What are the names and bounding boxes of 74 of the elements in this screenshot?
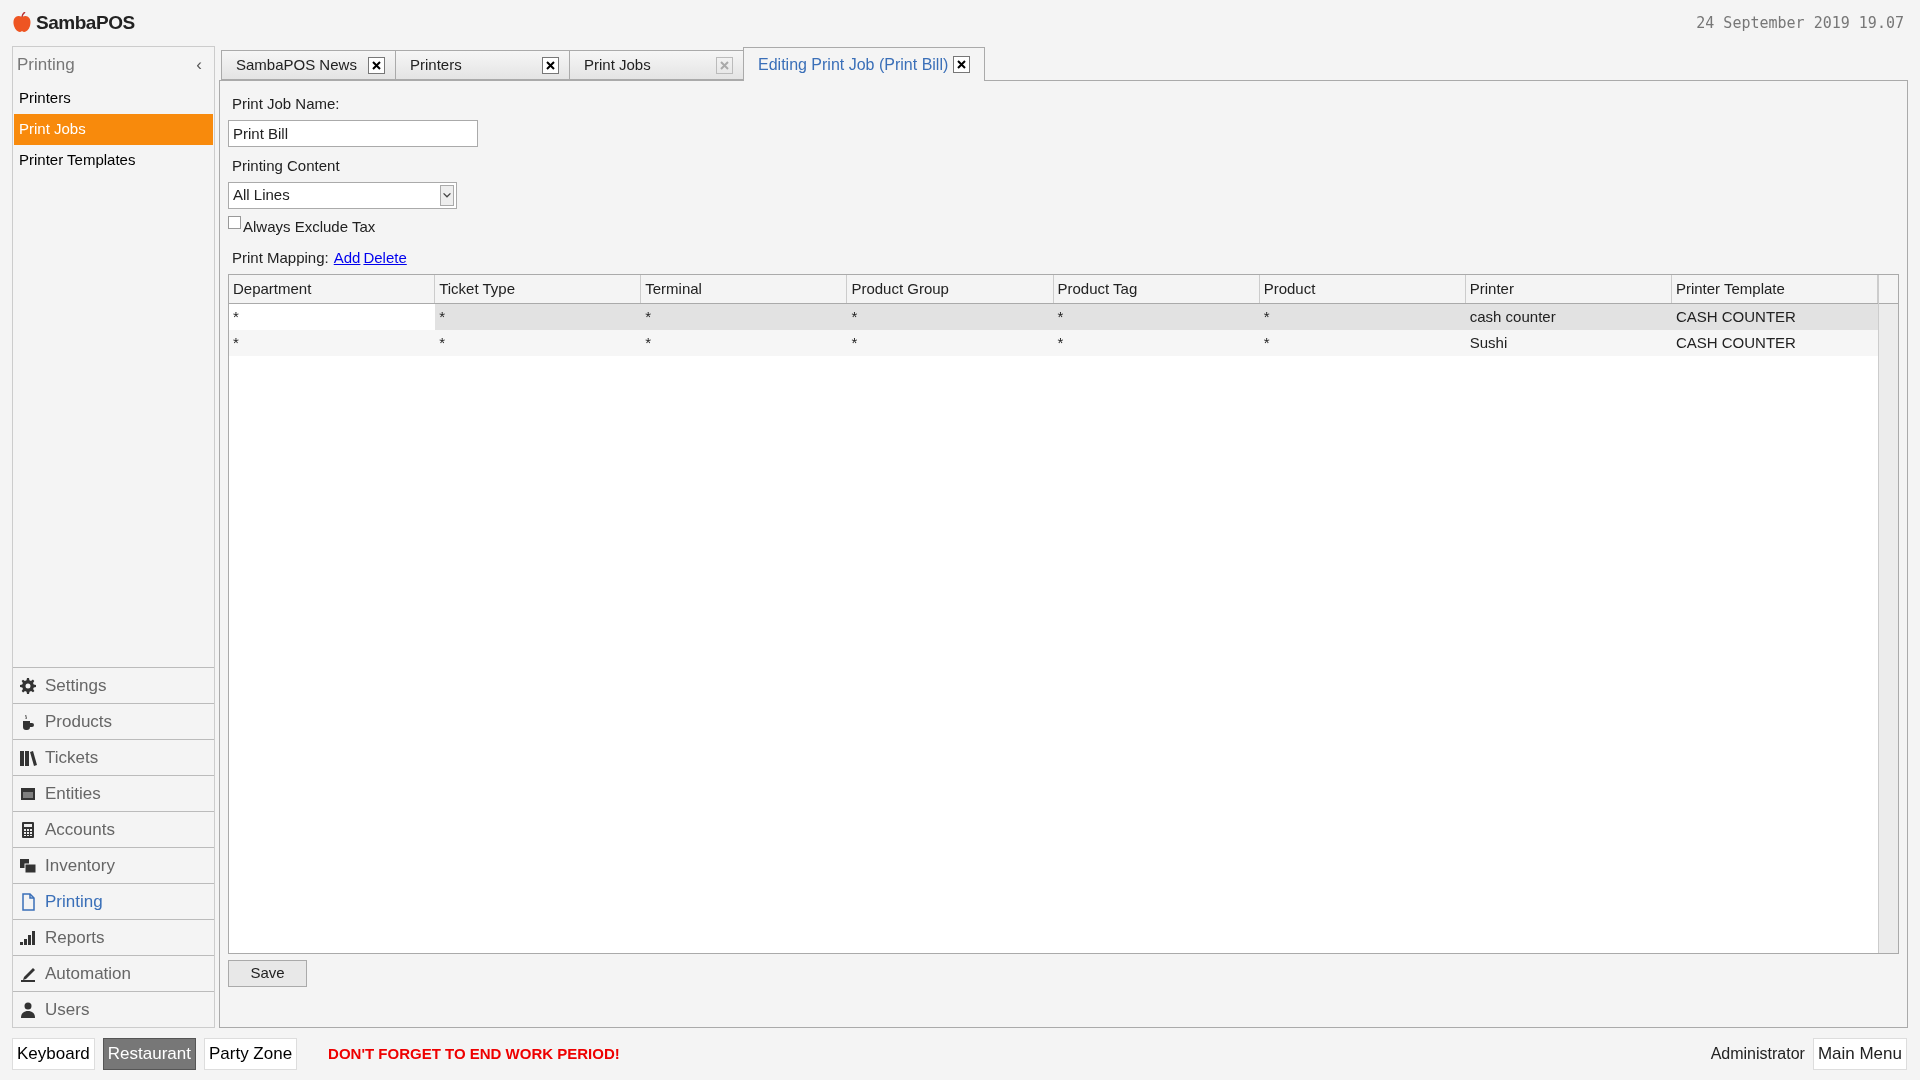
column-header[interactable]: Printer Template	[1671, 275, 1878, 303]
dropdown-caret-icon	[440, 185, 454, 206]
column-header[interactable]: Product Tag	[1053, 275, 1260, 303]
tab[interactable]: Editing Print Job (Print Bill)	[743, 47, 986, 81]
field-label: Print Job Name:	[231, 94, 341, 114]
content-dropdown[interactable]: All Lines	[228, 182, 457, 209]
table-cell-text: *	[644, 306, 653, 327]
table-cell-text: *	[1262, 306, 1271, 327]
table-cell-text: *	[850, 332, 859, 353]
column-header[interactable]: Printer	[1465, 275, 1672, 303]
settings-icon	[19, 676, 37, 695]
collapse-button[interactable]: ‹	[192, 52, 206, 78]
sidebar-item[interactable]: Printer Templates	[14, 145, 213, 176]
mapping-label: Print Mapping:	[232, 247, 329, 268]
department-button[interactable]: Party Zone	[203, 1038, 298, 1070]
app-logo: SambaPOS	[36, 10, 135, 35]
apple-logo-icon	[12, 12, 32, 34]
save-button[interactable]: Save	[228, 960, 307, 987]
exclude-tax-checkbox[interactable]	[228, 216, 241, 229]
table-cell-text: *	[438, 306, 446, 327]
nav-button[interactable]: Inventory	[13, 847, 214, 883]
table-cell-text: *	[438, 332, 446, 353]
table-cell-text: *	[1262, 332, 1271, 353]
department-button[interactable]: Keyboard	[12, 1038, 95, 1070]
table-cell-text: CASH COUNTER	[1674, 332, 1797, 353]
column-header[interactable]: Ticket Type	[435, 275, 642, 303]
checkbox-label: Always Exclude Tax	[243, 217, 376, 237]
tab[interactable]: SambaPOS News	[221, 50, 395, 80]
nav-button[interactable]: Printing	[13, 883, 214, 919]
table-cell-text: *	[232, 332, 240, 353]
nav-button[interactable]: Settings	[13, 667, 214, 703]
nav-button[interactable]: Reports	[13, 919, 214, 955]
field-label: Printing Content	[231, 155, 341, 176]
table-cell-text: *	[1056, 332, 1065, 353]
nav-button[interactable]: Tickets	[13, 739, 214, 775]
name-input-field[interactable]: Print Bill	[228, 119, 478, 147]
table-cell-text: Sushi	[1468, 332, 1509, 353]
column-header[interactable]: Product Group	[847, 275, 1054, 303]
date-time: 24 September 2019 19.07	[1696, 12, 1904, 34]
close-icon[interactable]	[542, 56, 559, 74]
main-menu-button[interactable]: Main Menu	[1812, 1038, 1907, 1070]
table-cell-text: *	[1056, 306, 1065, 327]
nav-button[interactable]: Entities	[13, 775, 214, 811]
table-cell: *	[229, 304, 436, 330]
nav-button[interactable]: Accounts	[13, 811, 214, 847]
person-icon	[19, 1000, 37, 1019]
bar-chart-icon	[19, 928, 37, 947]
table-cell-text: CASH COUNTER	[1674, 306, 1797, 327]
table-cell-text: *	[850, 306, 859, 327]
table-cell-text: *	[644, 332, 653, 353]
column-header[interactable]: Product	[1259, 275, 1466, 303]
warning-text: DON'T FORGET TO END WORK PERIOD!	[328, 1043, 620, 1064]
nav-button[interactable]: Automation	[13, 955, 214, 991]
nav-button[interactable]: Products	[13, 703, 214, 739]
department-button[interactable]: Restaurant	[102, 1038, 196, 1070]
delete-link[interactable]: Delete	[363, 246, 407, 269]
scrollbar[interactable]	[1878, 275, 1898, 953]
squares-icon	[19, 856, 37, 875]
table-row[interactable]: * * * * * * cash counter CASH COUNTER	[229, 304, 1878, 330]
close-icon[interactable]	[368, 56, 385, 74]
table-cell-text: cash counter	[1468, 306, 1557, 327]
close-icon[interactable]	[953, 56, 971, 73]
table-row[interactable]: * * * * * * Sushi CASH COUNTER	[229, 330, 1878, 356]
tab[interactable]: Printers	[395, 50, 569, 80]
column-header[interactable]: Department	[229, 275, 436, 303]
user-name: Administrator	[1710, 1044, 1805, 1064]
calculator-icon	[19, 820, 37, 839]
document-icon	[19, 892, 37, 911]
nav-button[interactable]: Users	[13, 991, 214, 1027]
sidebar-title: Printing	[17, 54, 75, 77]
sidebar-item[interactable]: Printers	[14, 83, 213, 114]
column-header[interactable]: Terminal	[641, 275, 848, 303]
books-icon	[19, 748, 37, 767]
add-link[interactable]: Add	[333, 246, 361, 269]
